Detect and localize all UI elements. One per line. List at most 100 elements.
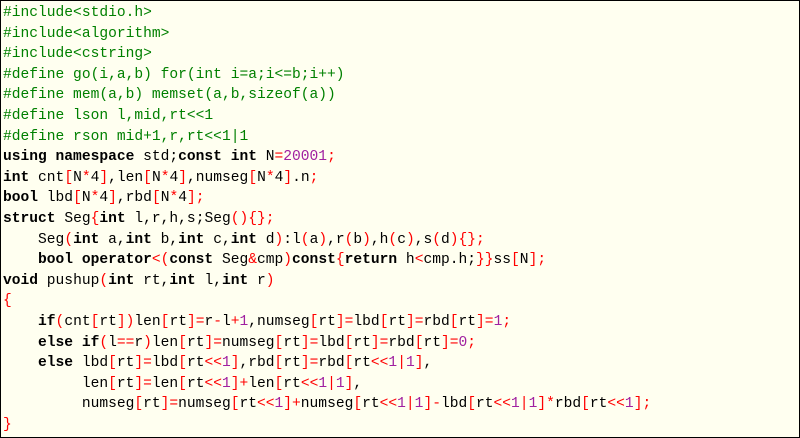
operator-token: [ [353,396,363,413]
identifier-token: 4 [99,190,109,207]
keyword-token: int [169,272,205,289]
number-token: 1 [221,355,231,372]
identifier-token: N [257,169,266,186]
identifier-token: numseg [222,334,275,351]
identifier-token: 4 [178,190,187,207]
identifier-token: , [353,375,363,392]
identifier-token: std; [143,149,179,166]
operator-token: [ [511,252,520,269]
identifier-token: rbd [318,355,345,372]
operator-token: ( [64,231,74,248]
operator-token: * [169,190,179,207]
identifier-token: rt [589,396,608,413]
identifier-token: rt [186,375,205,392]
identifier-token: rt [283,334,301,351]
operator-token: [ [467,396,476,413]
operator-token: [ [581,396,590,413]
operator-token: << [607,396,625,413]
identifier-token: ss [493,252,512,269]
operator-token: << [379,396,398,413]
operator-token: << [257,396,275,413]
operator-token: [ [274,375,284,392]
identifier-token: N [73,169,82,186]
operator-token: ( [388,231,398,248]
keyword-token: void [3,272,47,289]
identifier-token: cmp [257,252,284,269]
number-token: 1 [239,313,249,330]
operator-token: [ [449,313,459,330]
operator-token: * [265,169,275,186]
identifier-token: rt [169,313,187,330]
operator-token: { [3,293,12,310]
code-block[interactable]: #include<stdio.h> #include<algorithm> #inc… [3,3,651,435]
identifier-token: ,rbd [239,355,275,372]
preprocessor-token: #include<algorithm> [3,25,170,42]
identifier-token: d [265,231,275,248]
operator-token: ]; [528,252,547,269]
identifier-token: ,h [370,231,389,248]
code-line: { [3,291,651,312]
number-token: 1 [397,396,406,413]
number-token: 1 [221,375,231,392]
identifier-token: r [257,272,266,289]
operator-token: ] [230,355,240,372]
operator-token: * [81,169,91,186]
operator-token: << [370,355,389,372]
operator-token: ]) [116,313,135,330]
operator-token: <( [151,252,170,269]
identifier-token: b [353,231,363,248]
operator-token: }} [476,252,494,269]
code-line: #include<cstring> [3,44,651,65]
operator-token: ]= [300,334,319,351]
operator-token: == [116,334,135,351]
keyword-token: int [221,272,257,289]
operator-token: | [397,355,406,372]
identifier-token: Seg [3,231,65,248]
identifier-token: lbd [81,355,109,372]
identifier-token: rt [458,313,477,330]
operator-token: ]= [186,313,205,330]
operator-token: ]= [335,313,354,330]
operator-token: [ [178,375,187,392]
operator-token: ( [55,313,65,330]
operator-token: ( [99,272,109,289]
identifier-token: rbd [388,334,415,351]
operator-token: << [493,396,512,413]
code-line: #define lson l,mid,rt<<1 [3,106,651,127]
identifier-token: ,len [108,169,144,186]
identifier-token: d [441,231,450,248]
keyword-token: struct [3,210,65,227]
identifier-token: N [81,190,91,207]
identifier-token: rt [388,313,406,330]
operator-token: ]= [134,355,152,372]
number-token: 0 [458,334,468,351]
identifier-token: numseg [300,396,354,413]
identifier-token: rt [353,334,371,351]
identifier-token: l [108,334,117,351]
operator-token: [ [73,190,82,207]
identifier-token: rt [362,396,380,413]
operator-token: [ [108,355,117,372]
identifier-token: rbd [554,396,582,413]
operator-token: ]= [204,334,222,351]
identifier-token: len [3,375,109,392]
identifier-token: lbd [440,396,468,413]
identifier-token: c [397,231,406,248]
operator-token: ]= [300,355,319,372]
identifier-token: .n [292,169,310,186]
operator-token: ]* [537,396,555,413]
identifier-token: Seg [221,252,249,269]
code-line: Seg(int a,int b,int c,int d):l(a),r(b),h… [3,230,651,251]
operator-token: + [230,313,240,330]
code-line: int cnt[N*4],len[N*4],numseg[N*4].n; [3,168,651,189]
operator-token: ]+ [230,375,249,392]
operator-token: [ [248,169,258,186]
identifier-token: l, [204,272,222,289]
identifier-token: rt [423,334,441,351]
keyword-token: using namespace [3,149,144,166]
identifier-token: numseg [3,396,135,413]
operator-token: ] [178,169,187,186]
preprocessor-token: #define go(i,a,b) for(int i=a;i<=b;i++) [3,66,345,83]
operator-token: ) [274,231,284,248]
identifier-token: ,rbd [116,190,152,207]
